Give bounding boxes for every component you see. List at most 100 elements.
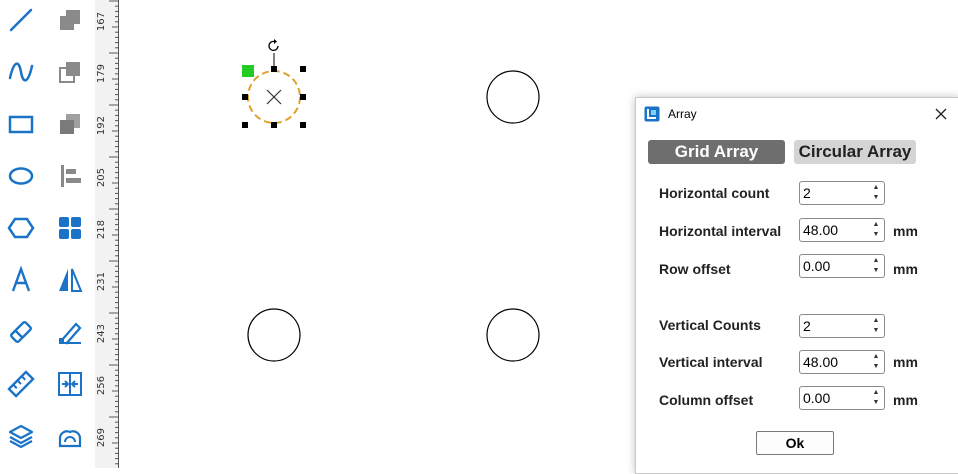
line-tool-button[interactable] bbox=[3, 2, 39, 38]
toolbar bbox=[0, 0, 95, 468]
text-tool-icon bbox=[11, 266, 31, 292]
edit-node-button[interactable] bbox=[52, 314, 88, 350]
tab-grid-array[interactable]: Grid Array bbox=[648, 140, 785, 164]
polygon-tool-icon bbox=[7, 217, 35, 239]
resize-handle[interactable] bbox=[271, 122, 277, 128]
horizontal-count-spinbox[interactable]: 2 ▲ ▼ bbox=[799, 181, 885, 205]
spin-down-icon[interactable]: ▼ bbox=[870, 362, 882, 372]
spin-up-icon[interactable]: ▲ bbox=[870, 256, 882, 266]
array-grid-icon bbox=[59, 217, 81, 239]
resize-handle[interactable] bbox=[271, 66, 277, 72]
copy-button[interactable] bbox=[52, 54, 88, 90]
spin-down-icon[interactable]: ▼ bbox=[870, 326, 882, 336]
spin-down-icon[interactable]: ▼ bbox=[870, 398, 882, 408]
eraser-tool-icon bbox=[10, 321, 32, 343]
vertical-interval-value[interactable]: 48.00 bbox=[803, 354, 838, 370]
unit-label: mm bbox=[893, 261, 918, 277]
vertical-counts-value[interactable]: 2 bbox=[803, 318, 811, 334]
column-offset-label: Column offset bbox=[659, 392, 754, 408]
row-offset-spinbox[interactable]: 0.00 ▲ ▼ bbox=[799, 254, 885, 278]
ruler-label: 192 bbox=[96, 116, 107, 136]
close-icon bbox=[935, 108, 947, 120]
array-circle[interactable] bbox=[486, 70, 540, 124]
curve-tool-icon bbox=[8, 62, 34, 82]
measure-tool-icon bbox=[7, 370, 35, 398]
measure-tool-button[interactable] bbox=[3, 366, 39, 402]
horizontal-count-label: Horizontal count bbox=[659, 185, 770, 201]
spin-down-icon[interactable]: ▼ bbox=[870, 266, 882, 276]
unit-label: mm bbox=[893, 392, 918, 408]
anchor-handle[interactable] bbox=[242, 65, 254, 77]
polygon-tool-button[interactable] bbox=[3, 210, 39, 246]
rectangle-tool-icon bbox=[8, 115, 34, 134]
text-tool-button[interactable] bbox=[3, 262, 39, 298]
send-back-button[interactable] bbox=[52, 106, 88, 142]
resize-handle[interactable] bbox=[300, 122, 306, 128]
spin-up-icon[interactable]: ▲ bbox=[870, 388, 882, 398]
unit-label: mm bbox=[893, 223, 918, 239]
ruler-label: 231 bbox=[96, 272, 107, 292]
unit-label: mm bbox=[893, 354, 918, 370]
spin-up-icon[interactable]: ▲ bbox=[870, 316, 882, 326]
ruler-label: 218 bbox=[96, 220, 107, 240]
ruler-label: 243 bbox=[96, 324, 107, 344]
eraser-tool-button[interactable] bbox=[3, 314, 39, 350]
curve-tool-button[interactable] bbox=[3, 54, 39, 90]
close-button[interactable] bbox=[931, 104, 951, 124]
line-tool-icon bbox=[9, 8, 33, 32]
align-left-icon bbox=[61, 165, 81, 187]
resize-handle[interactable] bbox=[300, 66, 306, 72]
horizontal-count-value[interactable]: 2 bbox=[803, 185, 811, 201]
vertical-counts-label: Vertical Counts bbox=[659, 317, 761, 333]
spin-down-icon[interactable]: ▼ bbox=[870, 193, 882, 203]
column-offset-value[interactable]: 0.00 bbox=[803, 390, 830, 406]
vertical-interval-label: Vertical interval bbox=[659, 354, 763, 370]
copy-icon bbox=[59, 62, 80, 83]
spin-up-icon[interactable]: ▲ bbox=[870, 352, 882, 362]
bring-front-button[interactable] bbox=[52, 2, 88, 38]
send-back-icon bbox=[60, 114, 80, 134]
mirror-icon bbox=[59, 268, 83, 292]
weld-button[interactable] bbox=[52, 418, 88, 454]
ellipse-tool-button[interactable] bbox=[3, 158, 39, 194]
layers-button[interactable] bbox=[3, 418, 39, 454]
horizontal-interval-spinbox[interactable]: 48.00 ▲ ▼ bbox=[799, 218, 885, 242]
row-offset-label: Row offset bbox=[659, 261, 731, 277]
weld-icon bbox=[58, 430, 82, 448]
layers-icon bbox=[8, 424, 34, 449]
center-align-button[interactable] bbox=[52, 366, 88, 402]
column-offset-spinbox[interactable]: 0.00 ▲ ▼ bbox=[799, 386, 885, 410]
center-align-icon bbox=[58, 372, 82, 396]
app-icon bbox=[644, 106, 660, 122]
spin-up-icon[interactable]: ▲ bbox=[870, 220, 882, 230]
vertical-counts-spinbox[interactable]: 2 ▲ ▼ bbox=[799, 314, 885, 338]
resize-handle[interactable] bbox=[300, 94, 306, 100]
horizontal-interval-value[interactable]: 48.00 bbox=[803, 222, 838, 238]
rotate-arrow-tip bbox=[274, 39, 277, 44]
rectangle-tool-button[interactable] bbox=[3, 106, 39, 142]
array-circle[interactable] bbox=[486, 308, 540, 362]
edit-node-icon bbox=[59, 322, 82, 345]
tab-circular-array[interactable]: Circular Array bbox=[794, 140, 916, 164]
ruler-label: 256 bbox=[96, 376, 107, 396]
array-dialog: Array Grid Array Circular Array Horizont… bbox=[635, 97, 958, 474]
mirror-button[interactable] bbox=[52, 262, 88, 298]
resize-handle[interactable] bbox=[242, 122, 248, 128]
ruler-label: 269 bbox=[96, 428, 107, 448]
horizontal-interval-label: Horizontal interval bbox=[659, 223, 782, 239]
ok-button[interactable]: Ok bbox=[756, 431, 834, 455]
vertical-ruler[interactable]: 167 179 192 205 218 231 243 256 269 bbox=[95, 0, 119, 468]
resize-handle[interactable] bbox=[242, 94, 248, 100]
array-grid-button[interactable] bbox=[52, 210, 88, 246]
rotate-handle-icon[interactable] bbox=[268, 40, 279, 52]
row-offset-value[interactable]: 0.00 bbox=[803, 258, 830, 274]
bring-front-icon bbox=[60, 10, 80, 30]
vertical-interval-spinbox[interactable]: 48.00 ▲ ▼ bbox=[799, 350, 885, 374]
ruler-label: 179 bbox=[96, 64, 107, 84]
spin-up-icon[interactable]: ▲ bbox=[870, 183, 882, 193]
dialog-title: Array bbox=[668, 107, 697, 121]
array-circle[interactable] bbox=[247, 308, 301, 362]
align-left-button[interactable] bbox=[52, 158, 88, 194]
spin-down-icon[interactable]: ▼ bbox=[870, 230, 882, 240]
dialog-titlebar[interactable]: Array bbox=[636, 98, 958, 130]
